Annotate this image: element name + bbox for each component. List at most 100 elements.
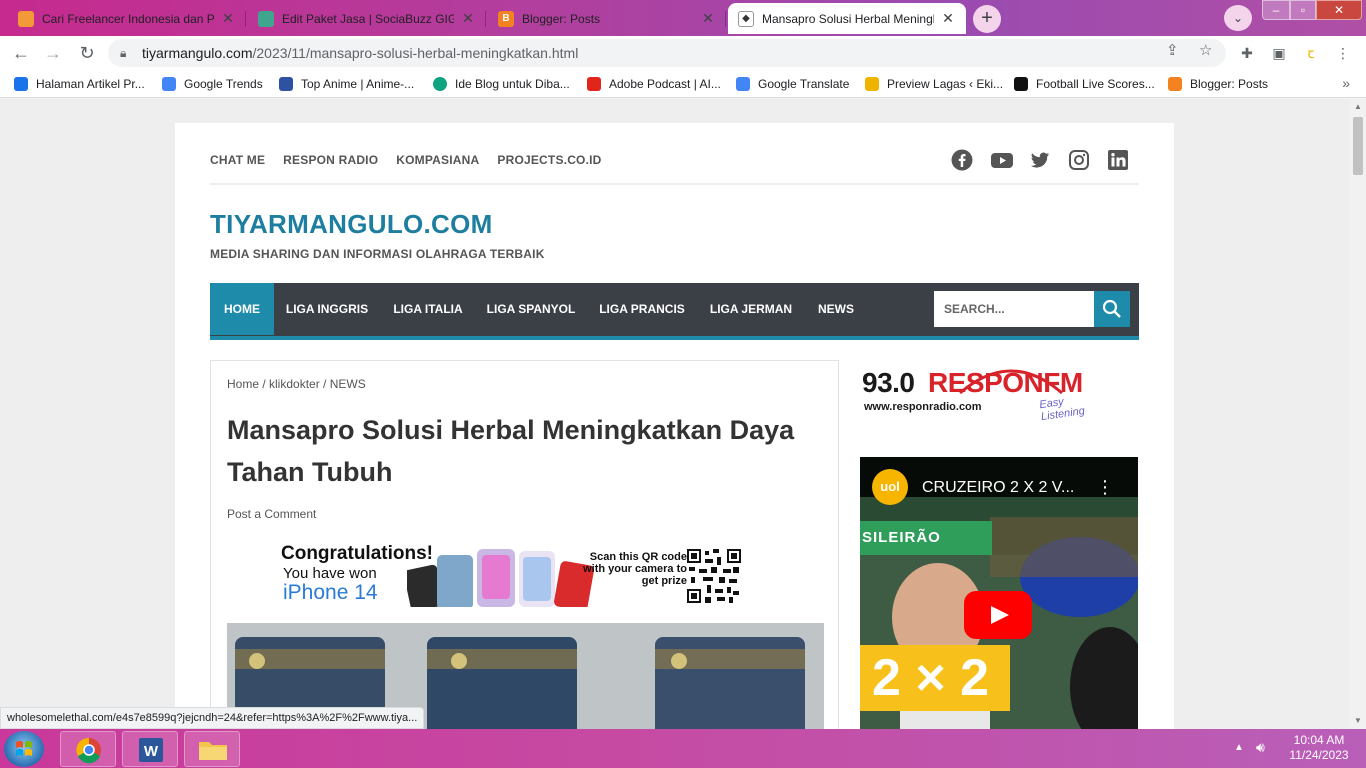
bookmark-item[interactable]: Top Anime | Anime-... [279,76,414,92]
top-links: CHAT ME RESPON RADIO KOMPASIANA PROJECTS… [210,153,602,169]
channel-avatar[interactable]: uol [872,469,908,505]
nav-news[interactable]: NEWS [804,283,868,335]
nav-liga-inggris[interactable]: LIGA INGGRIS [274,283,380,335]
nav-liga-italia[interactable]: LIGA ITALIA [380,283,476,335]
respon-fm-logo[interactable]: 93.0 RESPONFM www.responradio.com Easy L… [860,359,1100,423]
youtube-embed[interactable]: uol CRUZEIRO 2 X 2 V... ⋮ SILEIRÃO 2 × 2 [860,457,1138,729]
close-window-button[interactable]: ✕ [1316,0,1362,20]
scroll-down-arrow-icon[interactable]: ▼ [1350,713,1366,729]
site-tagline: MEDIA SHARING DAN INFORMASI OLAHRAGA TER… [210,247,545,261]
taskbar-word-button[interactable]: W [122,731,178,767]
bookmark-star-icon[interactable]: ☆ [1199,41,1212,59]
url-host: tiyarmangulo.com [142,45,253,61]
youtube-play-button[interactable] [964,591,1032,639]
search-button[interactable] [1094,291,1130,327]
minimize-window-button[interactable]: – [1262,0,1290,20]
myanimelist-icon [279,77,293,91]
tab-blogger[interactable]: B Blogger: Posts ✕ [488,3,726,34]
top-link-kompasiana[interactable]: KOMPASIANA [396,153,479,169]
bookmark-item[interactable]: Google Trends [162,76,263,92]
extensions-puzzle-icon[interactable]: ✚ [1238,44,1256,62]
clock-date: 11/24/2023 [1289,748,1349,762]
top-link-chat-me[interactable]: CHAT ME [210,153,265,169]
instagram-icon[interactable] [1068,149,1090,171]
scroll-up-arrow-icon[interactable]: ▲ [1350,99,1366,115]
video-more-icon[interactable]: ⋮ [1096,477,1114,498]
volume-icon[interactable]: 🔊︎ [1256,739,1265,756]
facebook-icon[interactable] [951,149,973,171]
ad-scan-text: Scan this QR code with your camera to ge… [583,551,687,587]
bookmark-item[interactable]: Blogger: Posts [1168,76,1268,92]
tab-title: Blogger: Posts [522,11,601,26]
tab-mansapro[interactable]: ◆ Mansapro Solusi Herbal Meningk ✕ [728,3,966,34]
more-bookmarks-icon[interactable]: » [1342,75,1350,91]
football-scores-icon [1014,77,1028,91]
new-tab-button[interactable]: + [973,5,1001,33]
tab-title: Edit Paket Jasa | SociaBuzz GIGS [282,11,454,26]
site-favicon-icon: ◆ [738,10,754,27]
maximize-window-button[interactable]: ▫ [1290,0,1316,20]
reload-icon[interactable]: ↻ [74,40,100,66]
scroll-thumb[interactable] [1353,117,1363,175]
blogger-favicon-icon: B [498,10,514,27]
address-bar[interactable]: 🔒︎ tiyarmangulo.com/2023/11/mansapro-sol… [108,39,1226,67]
bookmark-item[interactable]: Google Translate [736,76,849,92]
url-path: /2023/11/mansapro-solusi-herbal-meningka… [252,45,579,61]
ad-banner[interactable]: Congratulations! You have won iPhone 14 … [281,539,757,607]
back-arrow-icon[interactable]: ← [8,40,34,66]
freelancer-favicon-icon [18,10,34,27]
linkedin-icon[interactable] [1107,149,1129,171]
top-link-projects[interactable]: PROJECTS.CO.ID [497,153,601,169]
taskbar-explorer-button[interactable] [184,731,240,767]
google-translate-icon [736,77,750,91]
social-links [951,149,1129,171]
more-menu-icon[interactable]: ⋮ [1334,44,1352,62]
nav-liga-jerman[interactable]: LIGA JERMAN [698,283,804,335]
tab-search-chevron-icon[interactable]: ⌄ [1224,5,1252,31]
post-comment-link[interactable]: Post a Comment [227,507,316,521]
ad-subline: You have won [283,565,377,582]
bookmark-favicon-icon [14,77,28,91]
twitter-icon[interactable] [1029,149,1051,171]
bookmark-item[interactable]: Football Live Scores... [1014,76,1155,92]
link-status-bubble: wholesomelethal.com/e4s7e8599q?jejcndh=2… [0,707,425,729]
qr-code-icon [687,549,741,603]
youtube-icon[interactable] [990,149,1013,171]
play-icon [991,606,1009,624]
tab-freelancer[interactable]: Cari Freelancer Indonesia dan Pe ✕ [8,3,246,34]
taskbar-chrome-button[interactable] [60,731,116,767]
header-divider [210,183,1139,185]
logo-arc-icon [959,369,1063,395]
site-title[interactable]: TIYARMANGULO.COM [210,209,493,240]
system-clock[interactable]: 10:04 AM 11/24/2023 [1284,733,1354,763]
bookmark-item[interactable]: Adobe Podcast | AI... [587,76,721,92]
close-tab-icon[interactable]: ✕ [700,10,716,27]
close-tab-icon[interactable]: ✕ [940,10,956,27]
top-link-respon-radio[interactable]: RESPON RADIO [283,153,378,169]
bookmark-item[interactable]: Ide Blog untuk Diba... [433,76,570,92]
show-hidden-icons-icon[interactable]: ▲ [1234,742,1244,753]
adobe-icon [587,77,601,91]
bookmark-item[interactable]: Preview Lagas ‹ Eki... [865,76,1003,92]
side-panel-icon[interactable]: ▣ [1270,44,1288,62]
share-icon[interactable]: ⇪ [1166,41,1179,59]
tab-title: Mansapro Solusi Herbal Meningk [762,11,934,26]
breadcrumb[interactable]: Home / klikdokter / NEWS [227,377,366,391]
page-scrollbar[interactable]: ▲ ▼ [1350,99,1366,729]
nav-liga-prancis[interactable]: LIGA PRANCIS [586,283,698,335]
forward-arrow-icon[interactable]: → [40,40,66,66]
bookmark-label: Google Translate [758,77,850,91]
svg-text:W: W [144,743,159,760]
bookmark-item[interactable]: Halaman Artikel Pr... [14,76,145,92]
tab-sociabuzz[interactable]: Edit Paket Jasa | SociaBuzz GIGS ✕ [248,3,486,34]
windows-start-button[interactable] [4,731,44,767]
close-tab-icon[interactable]: ✕ [220,10,236,27]
nav-liga-spanyol[interactable]: LIGA SPANYOL [476,283,586,335]
bookmark-label: Adobe Podcast | AI... [609,77,721,91]
extension-icon[interactable]: ꞇ [1302,44,1320,62]
video-title[interactable]: CRUZEIRO 2 X 2 V... [922,479,1074,497]
nav-home[interactable]: HOME [210,283,274,335]
search-input[interactable]: SEARCH... [934,291,1094,327]
google-trends-icon [162,77,176,91]
close-tab-icon[interactable]: ✕ [460,10,476,27]
